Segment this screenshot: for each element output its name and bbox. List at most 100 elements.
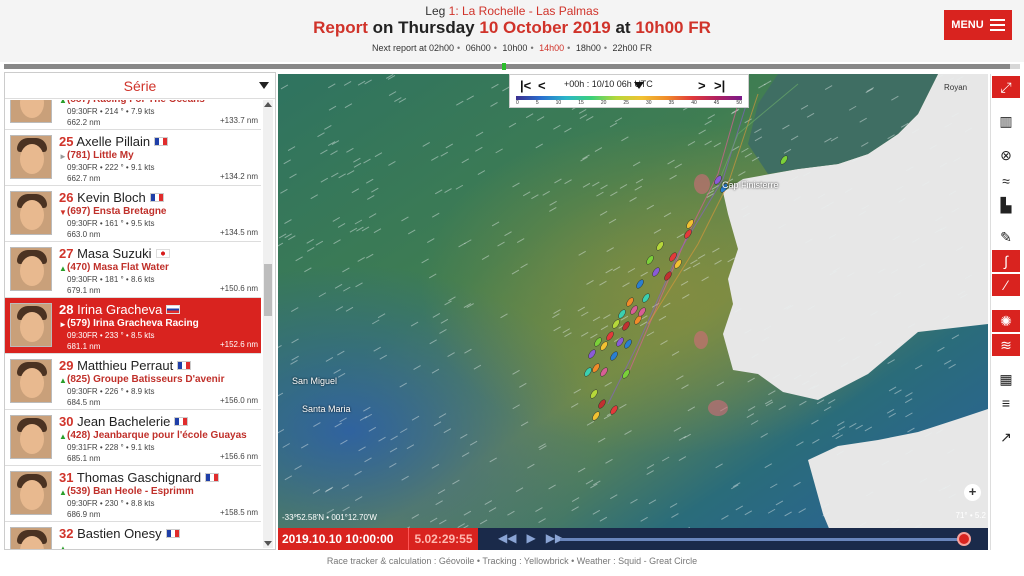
scroll-up-icon[interactable] xyxy=(264,102,272,107)
next-time[interactable]: 18h00 xyxy=(576,43,601,53)
next-time[interactable]: 10h00 xyxy=(502,43,527,53)
boat-stats: 09:30FR • 230 ° • 8.8 kts xyxy=(67,499,155,508)
boat-name: (428) Jeanbarque pour l'école Guayas xyxy=(67,430,247,441)
ranking-row[interactable]: 30 Jean Bachelerie ▲ (428) Jeanbarque pour… xyxy=(5,410,261,466)
race-map[interactable]: |< < +00h : 10/10 06h UTC > >| 0 5 10 15 20 2… xyxy=(278,74,988,550)
prev-forecast-icon[interactable]: < xyxy=(538,78,546,93)
flag-icon xyxy=(205,473,220,482)
ranking-row[interactable]: 24 Benoit Pointet▲(887) Racing For The O… xyxy=(5,100,261,130)
skipper-avatar xyxy=(10,415,52,459)
report-header: Leg 1: La Rochelle - Las Palmas Report o… xyxy=(0,0,1024,62)
fullscreen-icon[interactable]: ⤢ xyxy=(992,76,1020,98)
flag-icon xyxy=(165,529,180,538)
wind-scale-tick: 50 xyxy=(736,100,742,106)
race-progress-bar xyxy=(4,63,1020,70)
replay-timebar: 2019.10.10 10:00:00 FR 5.02:29:55 ◀◀ ▶ ▶… xyxy=(278,528,988,568)
forecast-dropdown-icon[interactable] xyxy=(634,82,644,89)
cursor-coordinates: -33°52.58'N • 001°12.70'W xyxy=(282,513,377,522)
replay-slider-knob[interactable] xyxy=(956,532,971,546)
scrollbar[interactable] xyxy=(263,100,273,548)
rewind-icon[interactable]: ◀◀ xyxy=(498,531,516,545)
trend-icon: ▲ xyxy=(59,432,67,441)
flag-icon xyxy=(177,361,192,370)
ranking-row[interactable]: 26 Kevin Bloch ▼ (697) Ensta Bretagne 09:30… xyxy=(5,186,261,242)
compass-icon[interactable]: ✺ xyxy=(992,310,1020,332)
replay-slider-track[interactable] xyxy=(560,538,968,541)
ranking-row[interactable]: 31 Thomas Gaschignard ▲ (539) Ban Heole - … xyxy=(5,466,261,522)
skipper-avatar xyxy=(10,100,52,123)
eraser-icon[interactable]: ✎ xyxy=(992,226,1020,248)
next-time[interactable]: 06h00 xyxy=(466,43,491,53)
dropdown-arrow-icon[interactable] xyxy=(259,82,269,89)
ranking-row[interactable]: 32 Bastien Onesy ▲ xyxy=(5,522,261,549)
menu-button[interactable]: MENU xyxy=(944,10,1012,40)
wind-scale-tick: 30 xyxy=(646,100,652,106)
boat-name: (887) Racing For The Oceans xyxy=(67,100,205,105)
map-toolbar: ⤢ ▥ ⊗ ≈ ▙ ✎ ∫ ⁄ ✺ ≋ ▦ ≡ ↗ xyxy=(990,74,1020,550)
boat-name: (539) Ban Heole - Esprimm xyxy=(67,486,194,497)
last-forecast-icon[interactable]: >| xyxy=(714,78,725,93)
trend-icon: ▲ xyxy=(59,100,67,105)
isobar-icon[interactable]: ≡ xyxy=(992,392,1020,414)
wind-readout: 71° • 5.2 xyxy=(955,511,986,520)
ranking-row[interactable]: 28 Irina Gracheva ► (579) Irina Gracheva R… xyxy=(5,298,261,354)
ranking-row[interactable]: 29 Matthieu Perraut ▲ (825) Groupe Batisse… xyxy=(5,354,261,410)
trend-icon: ▲ xyxy=(59,376,67,385)
boat-name: (825) Groupe Batisseurs D'avenir xyxy=(67,374,225,385)
scrollbar-thumb[interactable] xyxy=(264,264,272,316)
skipper-rank-name: 30 Jean Bachelerie xyxy=(59,414,189,429)
distance-to-finish: 684.5 nm xyxy=(67,398,101,407)
forecast-time-panel: |< < +00h : 10/10 06h UTC > >| 0 5 10 15 20 2… xyxy=(509,74,749,108)
boat-stats: 09:30FR • 181 ° • 8.6 kts xyxy=(67,275,155,284)
distance-to-finish: 681.1 nm xyxy=(67,342,101,351)
distance-to-finish: 679.1 nm xyxy=(67,286,101,295)
scroll-down-icon[interactable] xyxy=(264,541,272,546)
skipper-avatar xyxy=(10,135,52,179)
wind-scale-tick: 5 xyxy=(535,100,539,106)
gap-to-leader: +158.5 nm xyxy=(219,508,258,517)
wind-icon[interactable]: ≈ xyxy=(992,170,1020,192)
skipper-rank-name: 25 Axelle Pillain xyxy=(59,134,169,149)
track-alt-icon[interactable]: ⁄ xyxy=(992,274,1020,296)
elapsed-time: 5.02:29:55 xyxy=(408,528,478,550)
skipper-rank-name: 26 Kevin Bloch xyxy=(59,190,164,205)
skipper-avatar xyxy=(10,247,52,291)
boat-name: (781) Little My xyxy=(67,150,134,161)
wind-scale-tick: 15 xyxy=(578,100,584,106)
next-forecast-icon[interactable]: > xyxy=(698,78,706,93)
skipper-avatar xyxy=(10,359,52,403)
gap-to-leader: +134.2 nm xyxy=(219,172,258,181)
graph-icon[interactable]: ↗ xyxy=(992,426,1020,448)
playback-controls: ◀◀ ▶ ▶▶ xyxy=(498,531,564,545)
ranking-chart-icon[interactable]: ▙ xyxy=(992,194,1020,216)
class-selector[interactable]: Série xyxy=(5,73,275,99)
zoom-in-button[interactable]: + xyxy=(964,484,981,501)
ranking-row[interactable]: 27 Masa Suzuki ▲ (470) Masa Flat Water 09:3… xyxy=(5,242,261,298)
next-time[interactable]: 02h00 xyxy=(429,43,454,53)
grid-icon[interactable]: ▦ xyxy=(992,368,1020,390)
ranking-row[interactable]: 25 Axelle Pillain ► (781) Little My 09:30FR… xyxy=(5,130,261,186)
map-book-icon[interactable]: ▥ xyxy=(992,110,1020,132)
boat-name: (470) Masa Flat Water xyxy=(67,262,169,273)
flag-icon xyxy=(149,193,164,202)
trend-icon: ► xyxy=(59,320,67,329)
wind-scale-tick: 40 xyxy=(691,100,697,106)
boat-stats: 09:30FR • 214 ° • 7.9 kts xyxy=(67,107,155,116)
distance-to-finish: 662.7 nm xyxy=(67,174,101,183)
next-time[interactable]: 22h00 FR xyxy=(613,43,653,53)
trend-icon: ► xyxy=(59,152,67,161)
gap-to-leader: +134.5 nm xyxy=(219,228,258,237)
place-sanmiguel: San Miguel xyxy=(292,376,338,386)
ranking-panel: Série 24 Benoit Pointet▲(887) Racing For… xyxy=(4,72,276,550)
play-icon[interactable]: ▶ xyxy=(526,531,535,545)
first-forecast-icon[interactable]: |< xyxy=(520,78,531,93)
wind-scale-labels: 0 5 10 15 20 25 30 35 40 45 50 xyxy=(516,100,742,106)
wind-layer-icon[interactable]: ≋ xyxy=(992,334,1020,356)
search-zoom-icon[interactable]: ⊗ xyxy=(992,144,1020,166)
flag-icon xyxy=(166,305,181,314)
map-canvas xyxy=(278,74,988,550)
next-time[interactable]: 14h00 xyxy=(539,43,564,53)
skipper-rank-name: 31 Thomas Gaschignard xyxy=(59,470,220,485)
track-icon[interactable]: ∫ xyxy=(992,250,1020,272)
replay-date: 2019.10.10 10:00:00 FR xyxy=(278,528,408,568)
